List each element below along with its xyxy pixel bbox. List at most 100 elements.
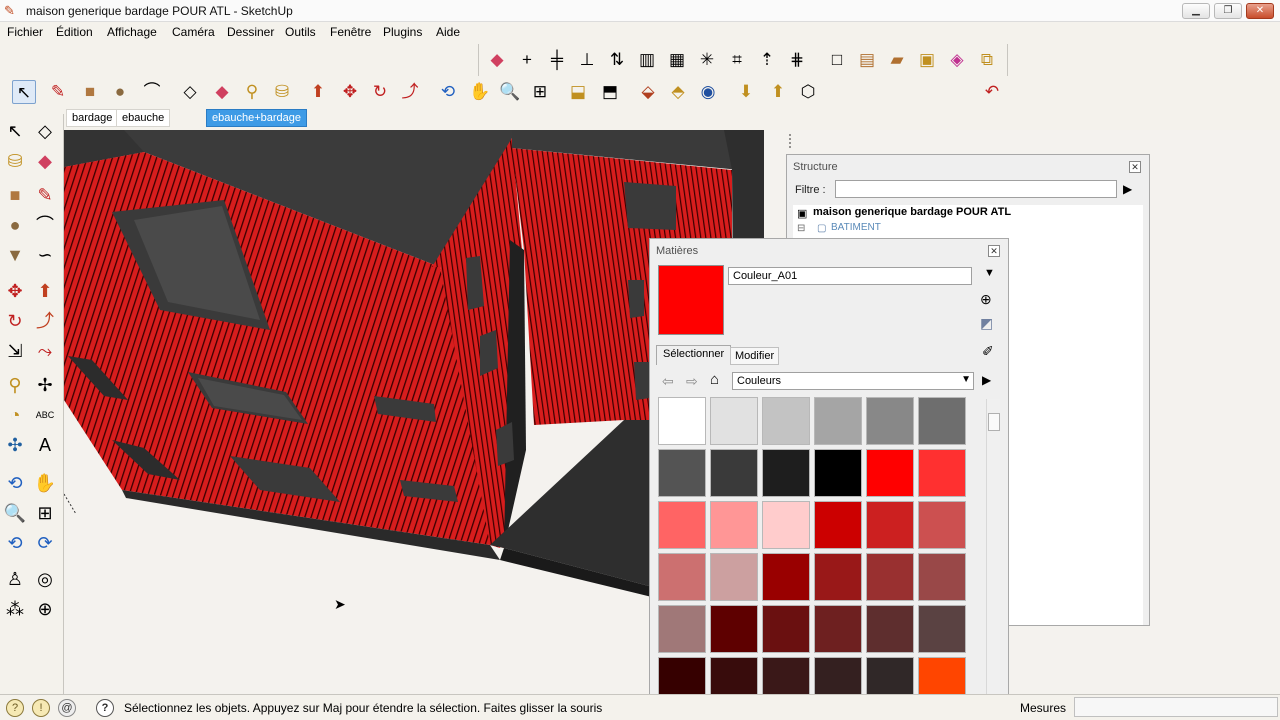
measures-input[interactable]: [1074, 697, 1278, 717]
zoom-extents-icon[interactable]: ⊞: [528, 80, 552, 104]
get-models-icon[interactable]: ⬙: [636, 80, 660, 104]
collapse-icon[interactable]: ⊟: [797, 223, 805, 234]
geo-location-icon[interactable]: ?: [6, 699, 24, 717]
color-swatch[interactable]: [866, 605, 914, 653]
prev-icon[interactable]: ⟲: [2, 530, 28, 556]
scrollbar-thumb[interactable]: [988, 413, 1000, 431]
component-outline-icon[interactable]: ◇: [32, 118, 58, 144]
display-secondary-icon[interactable]: ▼: [984, 267, 995, 279]
color-swatch[interactable]: [814, 501, 862, 549]
forward-arrow-icon[interactable]: ⇨: [686, 373, 698, 390]
current-material-preview[interactable]: [658, 265, 724, 335]
default-material-icon[interactable]: ◩: [980, 315, 993, 332]
menu-edition[interactable]: Édition: [56, 25, 93, 39]
next-view-icon[interactable]: ⬒: [598, 80, 622, 104]
material-name-field[interactable]: Couleur_A01: [728, 267, 972, 285]
color-swatch[interactable]: [918, 553, 966, 601]
close-icon[interactable]: ✕: [1129, 161, 1141, 173]
close-icon[interactable]: ✕: [988, 245, 1000, 257]
menu-outils[interactable]: Outils: [285, 25, 316, 39]
paint-bucket-icon[interactable]: ⛁: [270, 80, 294, 104]
scrollbar[interactable]: [986, 399, 1000, 709]
arc-icon[interactable]: ⌒: [140, 80, 164, 104]
color-swatch[interactable]: [814, 553, 862, 601]
zoom-tool-icon[interactable]: 🔍: [2, 500, 28, 526]
color-swatch[interactable]: [762, 501, 810, 549]
menu-dessiner[interactable]: Dessiner: [227, 25, 274, 39]
rect-icon[interactable]: ■: [2, 182, 28, 208]
sample-paint-icon[interactable]: ✐: [982, 343, 994, 360]
circle-tool-icon[interactable]: ●: [2, 212, 28, 238]
color-swatch[interactable]: [658, 501, 706, 549]
color-swatch[interactable]: [658, 553, 706, 601]
pan-icon[interactable]: ✋: [468, 80, 492, 104]
color-swatch[interactable]: [762, 449, 810, 497]
color-swatch[interactable]: [866, 553, 914, 601]
library-select[interactable]: Couleurs ▼: [732, 372, 974, 390]
offset-icon[interactable]: ⤳: [32, 338, 58, 364]
color-swatch[interactable]: [866, 501, 914, 549]
color-swatch[interactable]: [918, 397, 966, 445]
select-arrow-icon[interactable]: ↖: [12, 80, 36, 104]
stamp-icon[interactable]: ▥: [635, 48, 659, 72]
eraser-icon[interactable]: ◆: [485, 48, 509, 72]
tab-selectionner[interactable]: Sélectionner: [656, 345, 732, 365]
pushpull-tool-icon[interactable]: ⬆: [32, 278, 58, 304]
orbit-tool-icon[interactable]: ⟲: [2, 470, 28, 496]
text3d-icon[interactable]: A: [32, 432, 58, 458]
color-swatch[interactable]: [762, 605, 810, 653]
tab-bardage[interactable]: bardage: [66, 109, 119, 127]
section-plane-icon[interactable]: ⊕: [32, 596, 58, 622]
component-icon[interactable]: ◈: [945, 48, 969, 72]
push-pull-icon[interactable]: ⬆: [306, 80, 330, 104]
tree-root[interactable]: maison generique bardage POUR ATL: [813, 206, 1011, 218]
pan-tool-icon[interactable]: ✋: [32, 470, 58, 496]
select-icon[interactable]: ↖: [2, 118, 28, 144]
dimension-icon[interactable]: ABC: [32, 402, 58, 428]
color-swatch[interactable]: [710, 605, 758, 653]
minimize-button[interactable]: ▁: [1182, 3, 1210, 19]
extension-icon[interactable]: ⬡: [796, 80, 820, 104]
color-swatch[interactable]: [918, 501, 966, 549]
color-swatch[interactable]: [710, 397, 758, 445]
menu-plugins[interactable]: Plugins: [383, 25, 422, 39]
smoove-icon[interactable]: ⇅: [605, 48, 629, 72]
filter-input[interactable]: [835, 180, 1117, 198]
color-swatch[interactable]: [918, 449, 966, 497]
circle-icon[interactable]: ●: [108, 80, 132, 104]
arc-tool-icon[interactable]: ⌒: [32, 212, 58, 238]
wall-icon[interactable]: ▤: [855, 48, 879, 72]
axes-tool-icon[interactable]: ✣: [2, 432, 28, 458]
color-swatch[interactable]: [814, 397, 862, 445]
zoom-icon[interactable]: 🔍: [498, 80, 522, 104]
move-tool-icon[interactable]: ✥: [2, 278, 28, 304]
box-icon[interactable]: ▣: [915, 48, 939, 72]
share-component-icon[interactable]: ⬆: [766, 80, 790, 104]
detail-icon[interactable]: ✳: [695, 48, 719, 72]
tab-modifier[interactable]: Modifier: [730, 347, 780, 365]
color-swatch[interactable]: [918, 605, 966, 653]
create-material-icon[interactable]: ⊕: [980, 291, 992, 308]
menu-affichage[interactable]: Affichage: [107, 25, 157, 39]
color-swatch[interactable]: [762, 553, 810, 601]
previous-view-icon[interactable]: ⬓: [566, 80, 590, 104]
color-swatch[interactable]: [814, 605, 862, 653]
tab-ebauche-volume[interactable]: ebauche volume: [116, 109, 171, 141]
share-model-icon[interactable]: ⬘: [666, 80, 690, 104]
section-icon[interactable]: ⊥: [575, 48, 599, 72]
make-component-icon[interactable]: ◇: [178, 80, 202, 104]
details-arrow-icon[interactable]: ▶: [982, 373, 991, 387]
help-icon[interactable]: ?: [96, 699, 114, 717]
menu-camera[interactable]: Caméra: [172, 25, 215, 39]
color-swatch[interactable]: [658, 449, 706, 497]
color-swatch[interactable]: [814, 449, 862, 497]
rotate-icon[interactable]: ↻: [368, 80, 392, 104]
tape-measure-icon[interactable]: ⚲: [240, 80, 264, 104]
color-swatch[interactable]: [866, 397, 914, 445]
tree-child[interactable]: BATIMENT: [831, 222, 881, 233]
color-swatch[interactable]: [658, 605, 706, 653]
menu-aide[interactable]: Aide: [436, 25, 460, 39]
rectangle-icon[interactable]: ■: [78, 80, 102, 104]
color-swatch[interactable]: [710, 501, 758, 549]
flip-edge-icon[interactable]: ⌗: [725, 48, 749, 72]
